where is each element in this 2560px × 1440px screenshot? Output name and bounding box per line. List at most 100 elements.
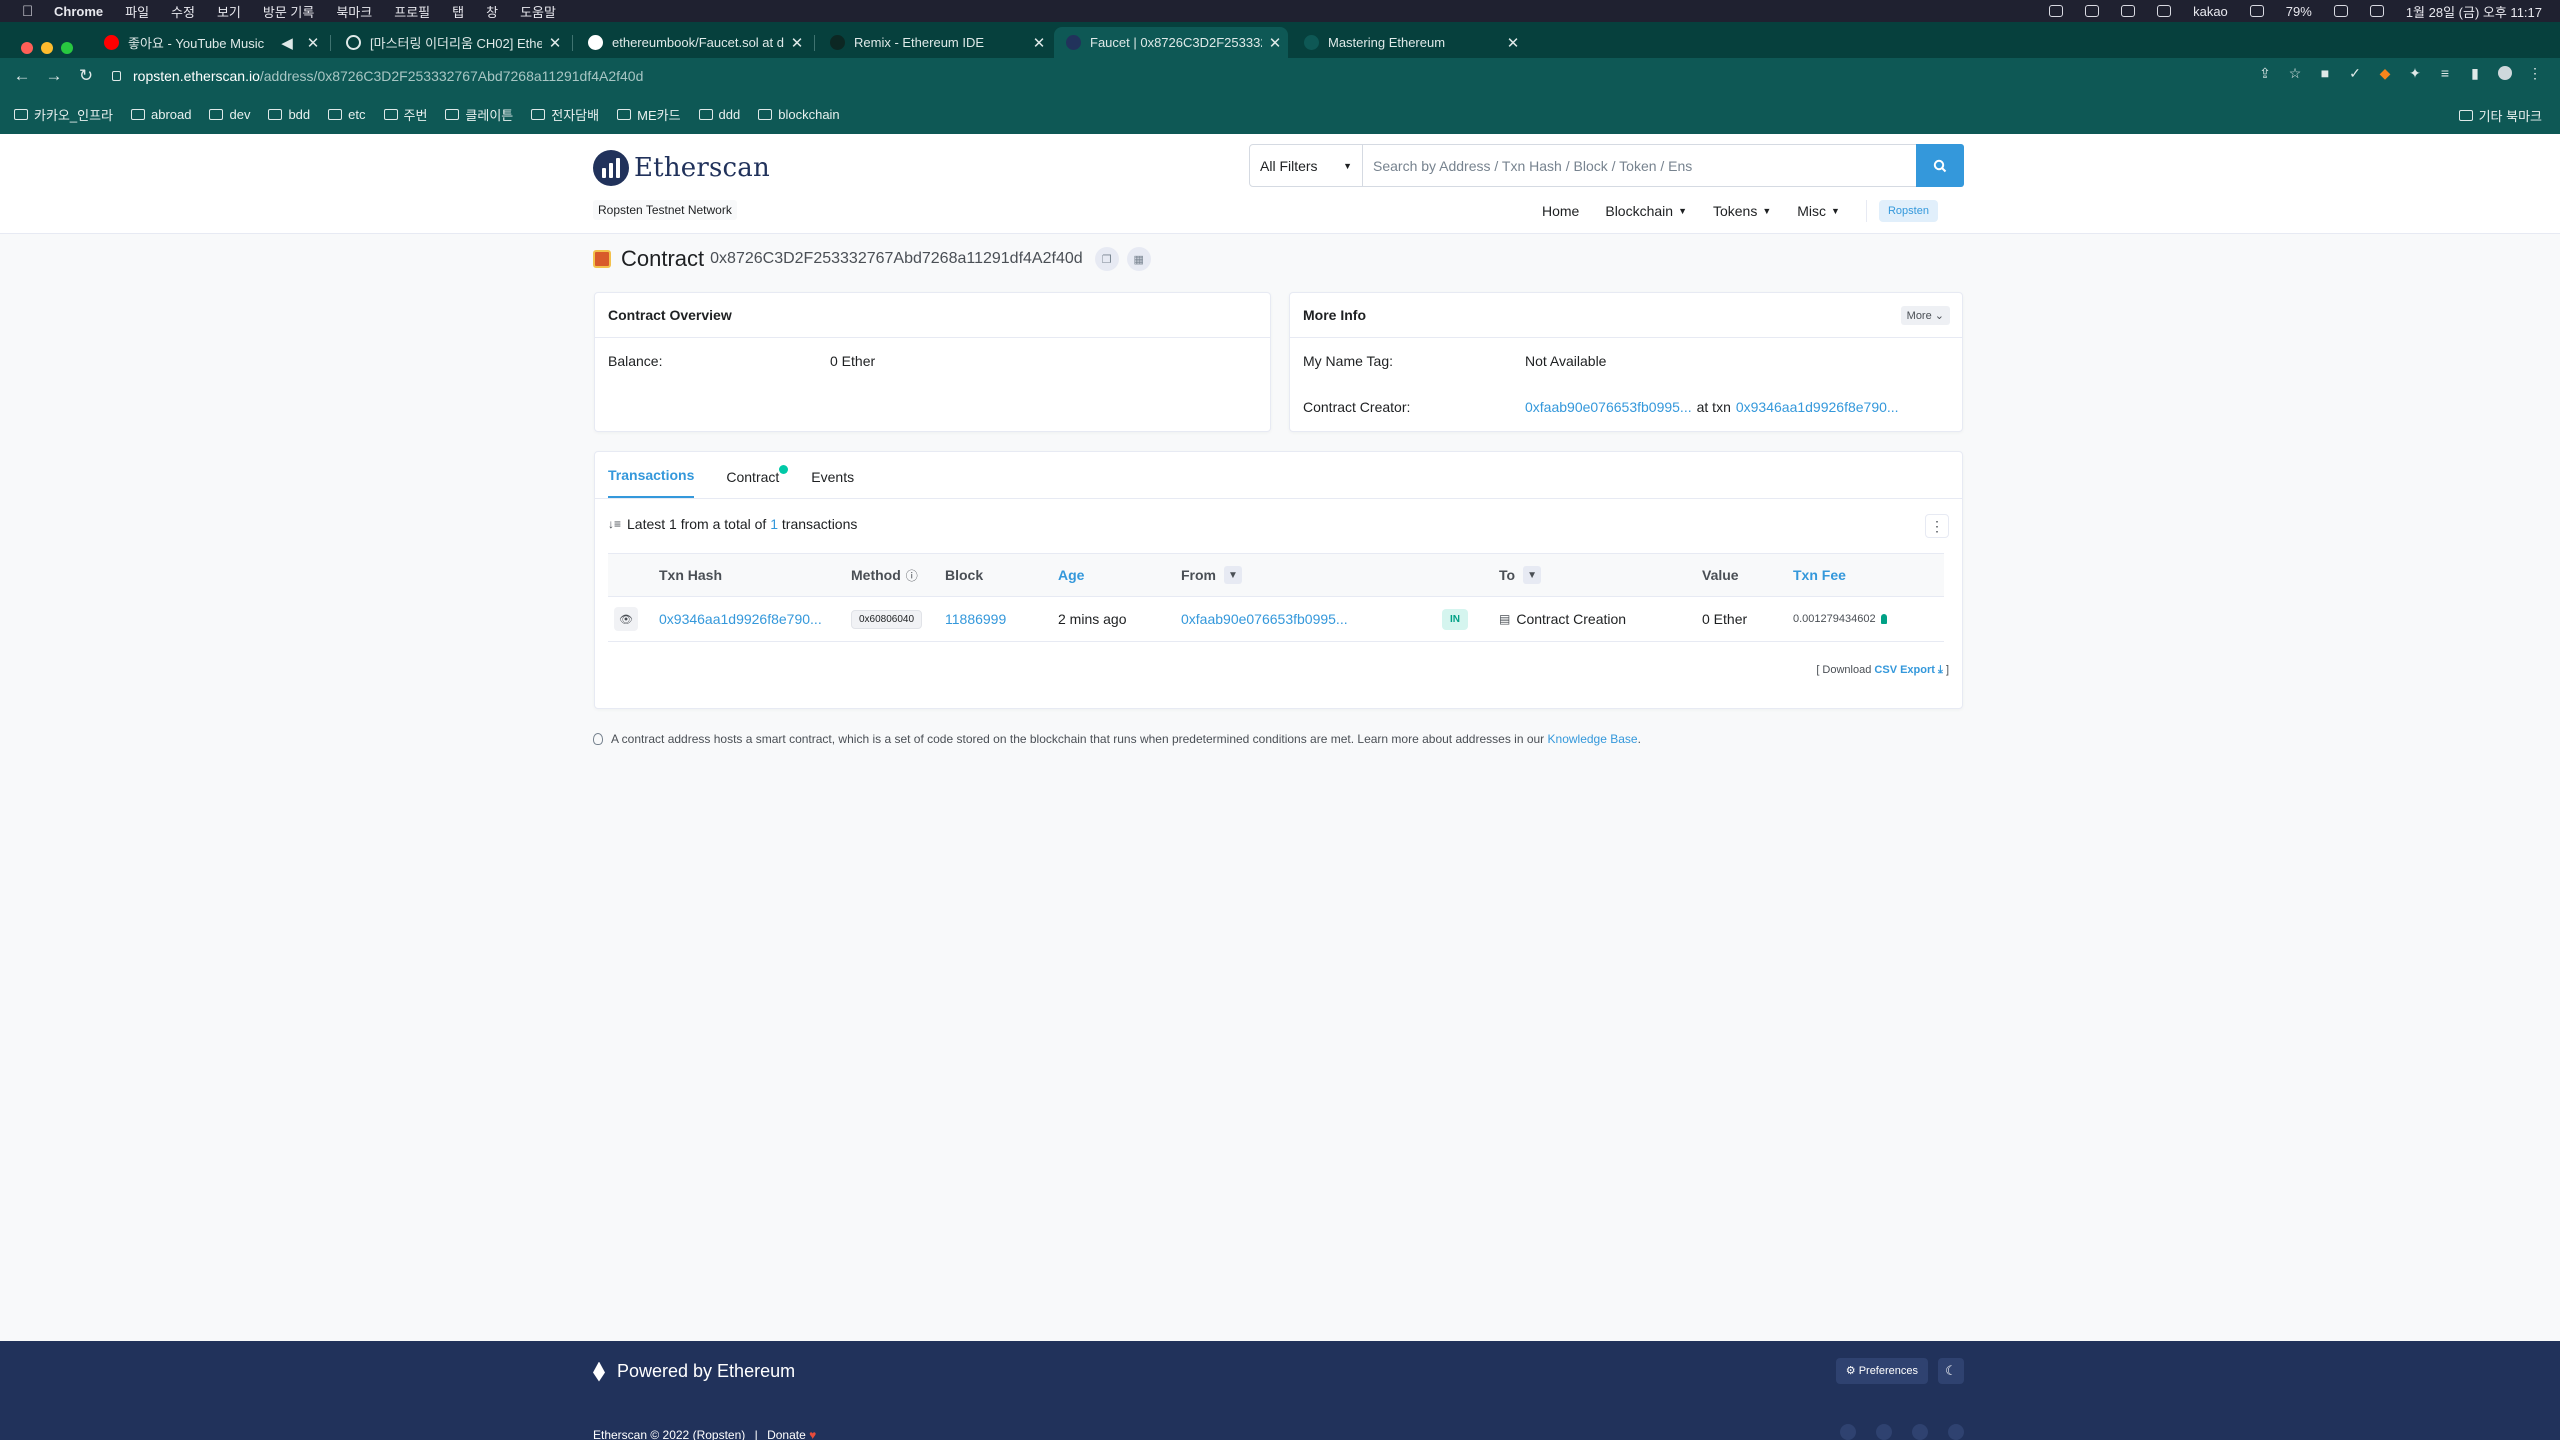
menu-bar-user[interactable]: kakao xyxy=(2193,4,2228,19)
donate-link[interactable]: Donate xyxy=(767,1428,806,1440)
qr-code-icon[interactable]: ▦ xyxy=(1126,247,1151,271)
bookmark-folder[interactable]: abroad xyxy=(131,107,191,122)
search-button[interactable] xyxy=(1916,144,1964,187)
menu-edit[interactable]: 수정 xyxy=(171,2,195,21)
forward-arrow-icon[interactable]: → xyxy=(38,66,70,86)
spotlight-search-icon[interactable] xyxy=(2249,5,2264,17)
app-menu-chrome[interactable]: Chrome xyxy=(54,4,103,19)
browser-tab-remix[interactable]: Remix - Ethereum IDE ✕ xyxy=(818,27,1052,58)
reload-icon[interactable]: ↻ xyxy=(70,66,102,86)
etherscan-logo[interactable]: Etherscan xyxy=(593,150,770,186)
minimize-window-button[interactable] xyxy=(41,42,53,54)
csv-export-link[interactable]: CSV Export ⤓ xyxy=(1874,664,1942,676)
nav-home[interactable]: Home xyxy=(1542,203,1579,219)
profile-avatar[interactable] xyxy=(2498,66,2512,80)
address-bar[interactable]: ropsten.etherscan.io /address/0x8726C3D2… xyxy=(112,62,2232,90)
play-icon[interactable] xyxy=(2085,5,2100,17)
battery-percent[interactable]: 79% xyxy=(2286,4,2312,19)
from-address-link[interactable]: 0xfaab90e076653fb0995... xyxy=(1181,597,1348,641)
close-window-button[interactable] xyxy=(21,42,33,54)
network-switch-button[interactable]: Ropsten xyxy=(1878,200,1938,222)
bookmark-folder[interactable]: blockchain xyxy=(758,107,840,122)
copy-icon[interactable]: ❐ xyxy=(1094,247,1119,271)
back-arrow-icon[interactable]: ← xyxy=(6,66,38,86)
menu-help[interactable]: 도움말 xyxy=(520,2,556,21)
bookmark-star-icon[interactable]: ☆ xyxy=(2288,66,2302,80)
close-tab-icon[interactable]: ✕ xyxy=(542,34,568,52)
filter-icon[interactable]: ▼ xyxy=(1224,566,1242,584)
info-icon[interactable]: ⓘ xyxy=(906,567,918,584)
nav-blockchain[interactable]: Blockchain ▼ xyxy=(1605,203,1687,219)
bookmark-folder[interactable]: ddd xyxy=(698,107,740,122)
txn-hash-link[interactable]: 0x9346aa1d9926f8e790... xyxy=(659,597,822,641)
close-tab-icon[interactable]: ✕ xyxy=(1500,34,1526,52)
mute-tab-icon[interactable]: ◀ xyxy=(274,34,300,52)
bookmark-folder[interactable]: 전자담배 xyxy=(531,105,599,124)
chrome-menu-icon[interactable]: ⋮ xyxy=(2528,66,2542,80)
medium-icon[interactable] xyxy=(1948,1424,1964,1440)
side-panel-icon[interactable]: ▮ xyxy=(2468,66,2482,80)
more-options-icon[interactable]: ⋮ xyxy=(1925,514,1949,538)
reading-list-icon[interactable]: ≡ xyxy=(2438,66,2452,80)
eye-icon[interactable]: 👁 xyxy=(614,607,638,631)
twitter-icon[interactable] xyxy=(1840,1424,1856,1440)
volume-icon[interactable] xyxy=(2121,5,2136,17)
nav-tokens[interactable]: Tokens ▼ xyxy=(1713,203,1771,219)
browser-tab-mastering-ethereum[interactable]: Mastering Ethereum ✕ xyxy=(1292,27,1526,58)
filter-icon[interactable]: ▼ xyxy=(1523,566,1542,584)
menu-profiles[interactable]: 프로필 xyxy=(394,2,430,21)
control-center-icon[interactable] xyxy=(2369,5,2384,17)
other-bookmarks[interactable]: 기타 북마크 xyxy=(2458,106,2542,125)
lock-icon[interactable] xyxy=(112,71,121,81)
close-tab-icon[interactable]: ✕ xyxy=(1026,34,1052,52)
wifi-icon[interactable] xyxy=(2333,5,2348,17)
extension-icon[interactable]: ✓ xyxy=(2348,66,2362,80)
nav-misc[interactable]: Misc ▼ xyxy=(1797,203,1840,219)
close-tab-icon[interactable]: ✕ xyxy=(300,34,326,52)
bookmark-folder[interactable]: 카카오_인프라 xyxy=(14,105,113,124)
search-filter-select[interactable]: All Filters ▼ xyxy=(1250,145,1363,186)
close-tab-icon[interactable]: ✕ xyxy=(1262,34,1288,52)
preferences-button[interactable]: ⚙ Preferences xyxy=(1835,1358,1928,1384)
menu-bookmarks[interactable]: 북마크 xyxy=(336,2,372,21)
metamask-fox-icon[interactable]: ◆ xyxy=(2378,66,2392,80)
block-link[interactable]: 11886999 xyxy=(945,597,1006,641)
browser-tab-youtube-music[interactable]: 좋아요 - YouTube Music ◀ ✕ xyxy=(92,27,326,58)
facebook-icon[interactable] xyxy=(1876,1424,1892,1440)
creator-txn-link[interactable]: 0x9346aa1d9926f8e790... xyxy=(1736,399,1899,415)
menu-file[interactable]: 파일 xyxy=(125,2,149,21)
bookmark-folder[interactable]: 클레이튼 xyxy=(445,105,513,124)
menu-bar-clock[interactable]: 1월 28일 (금) 오후 11:17 xyxy=(2406,2,2542,21)
more-dropdown-button[interactable]: More ⌄ xyxy=(1900,306,1950,325)
menu-window[interactable]: 창 xyxy=(486,2,498,21)
browser-tab-github-faucet[interactable]: ethereumbook/Faucet.sol at de ✕ xyxy=(576,27,810,58)
search-input[interactable]: Search by Address / Txn Hash / Block / T… xyxy=(1363,145,1916,186)
bookmark-folder[interactable]: bdd xyxy=(268,107,310,122)
bookmark-folder[interactable]: ME카드 xyxy=(617,105,681,124)
reddit-icon[interactable] xyxy=(1912,1424,1928,1440)
menu-history[interactable]: 방문 기록 xyxy=(263,2,314,21)
tab-contract[interactable]: Contract xyxy=(726,465,789,498)
close-tab-icon[interactable]: ✕ xyxy=(784,34,810,52)
status-icon[interactable] xyxy=(2049,5,2064,17)
browser-tab-mastering-ethereum-ch02[interactable]: [마스터링 이더리움 CH02] Ethereum ✕ xyxy=(334,27,568,58)
col-txn-fee-toggle[interactable]: Txn Fee xyxy=(1793,554,1846,596)
extensions-puzzle-icon[interactable]: ✦ xyxy=(2408,66,2422,80)
zoom-window-button[interactable] xyxy=(61,42,73,54)
menu-tab[interactable]: 탭 xyxy=(452,2,464,21)
browser-tab-faucet-active[interactable]: Faucet | 0x8726C3D2F253332 ✕ xyxy=(1054,27,1288,58)
bookmark-folder[interactable]: dev xyxy=(209,107,250,122)
tab-transactions[interactable]: Transactions xyxy=(608,467,695,498)
extension-icon[interactable]: ■ xyxy=(2318,66,2332,80)
dark-mode-toggle-moon-icon[interactable]: ☾ xyxy=(1938,1358,1964,1384)
share-icon[interactable]: ⇪ xyxy=(2258,66,2272,80)
creator-address-link[interactable]: 0xfaab90e076653fb0995... xyxy=(1525,399,1692,415)
bookmark-folder[interactable]: etc xyxy=(328,107,366,122)
menu-view[interactable]: 보기 xyxy=(217,2,241,21)
bookmark-folder[interactable]: 주번 xyxy=(383,105,427,124)
tab-events[interactable]: Events xyxy=(811,469,854,498)
apple-menu-icon[interactable]:  xyxy=(22,3,48,20)
knowledge-base-link[interactable]: Knowledge Base xyxy=(1548,732,1638,746)
bluetooth-icon[interactable] xyxy=(2157,5,2172,17)
col-age-toggle[interactable]: Age xyxy=(1058,554,1084,596)
